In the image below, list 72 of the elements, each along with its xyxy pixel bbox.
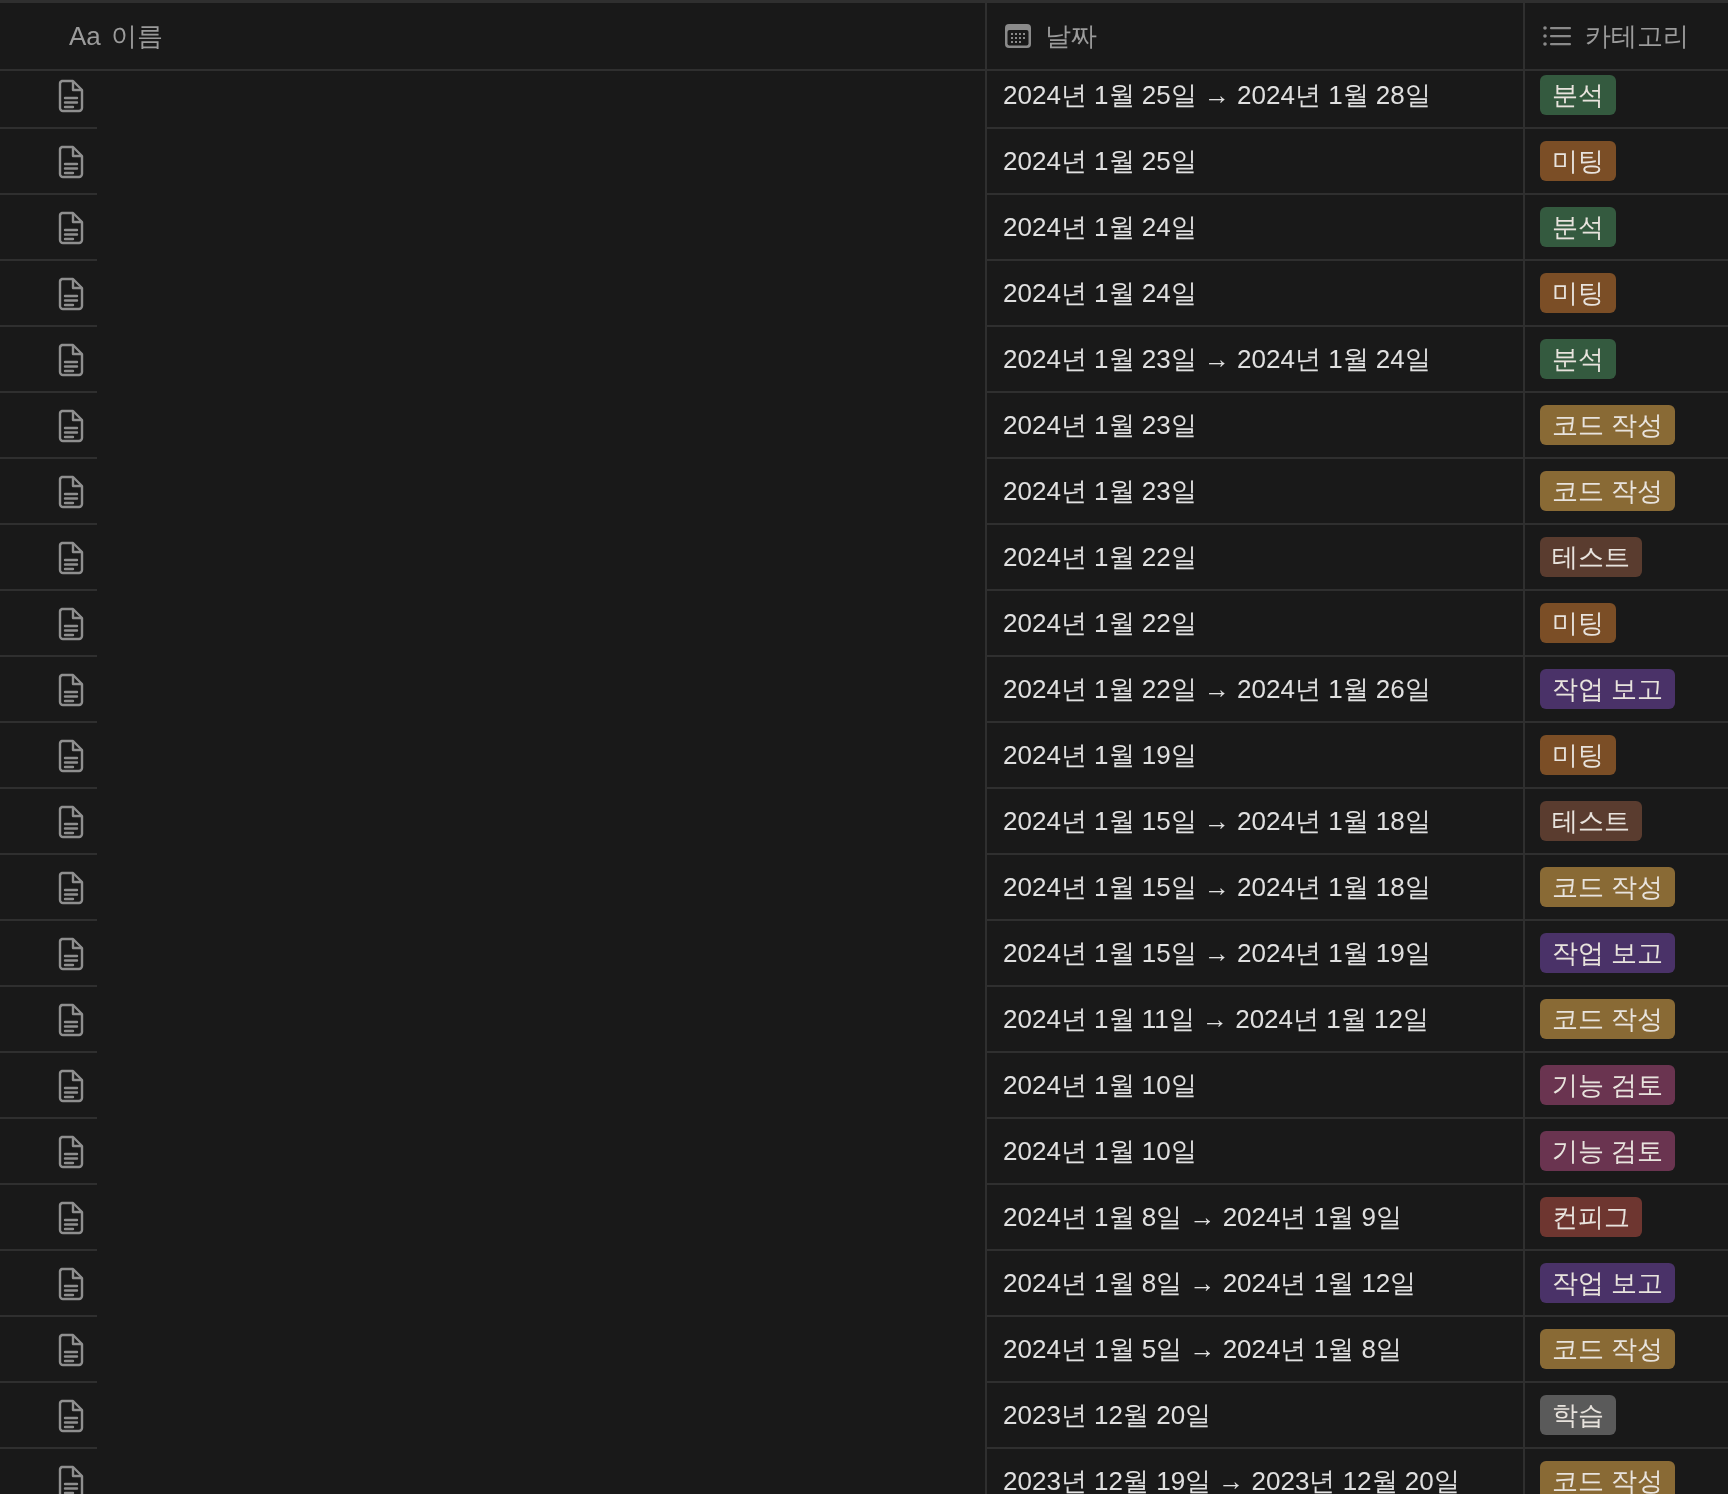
column-header[interactable]: 날짜 xyxy=(1045,18,1097,54)
category-tag: 분석 xyxy=(1540,207,1616,247)
document-icon xyxy=(58,1333,84,1367)
category-tag: 코드 작성 xyxy=(1540,1329,1676,1369)
document-icon xyxy=(58,1003,84,1037)
document-icon xyxy=(58,79,84,113)
date-cell-text: 2024년 1월 23일 xyxy=(1003,474,1197,508)
date-cell-text: 2023년 12월 20일 xyxy=(1003,1398,1212,1432)
category-tag: 미팅 xyxy=(1540,141,1616,181)
date-cell-text: 2024년 1월 23일 → 2024년 1월 24일 xyxy=(1003,342,1431,376)
date-cell-text: 2024년 1월 19일 xyxy=(1003,738,1197,772)
date-cell-text: 2024년 1월 22일 xyxy=(1003,540,1197,574)
text-type-icon: Aa xyxy=(69,20,101,52)
document-icon xyxy=(58,475,84,509)
category-tag: 미팅 xyxy=(1540,603,1616,643)
category-tag: 기능 검토 xyxy=(1540,1131,1676,1171)
category-tag: 학습 xyxy=(1540,1395,1616,1435)
date-cell-text: 2024년 1월 15일 → 2024년 1월 18일 xyxy=(1003,870,1431,904)
document-icon xyxy=(58,673,84,707)
category-tag: 분석 xyxy=(1540,75,1616,115)
document-icon xyxy=(58,1069,84,1103)
document-icon xyxy=(58,871,84,905)
category-tag: 테스트 xyxy=(1540,801,1642,841)
date-cell-text: 2024년 1월 15일 → 2024년 1월 19일 xyxy=(1003,936,1431,970)
category-tag: 미팅 xyxy=(1540,273,1616,313)
document-icon xyxy=(58,211,84,245)
document-icon xyxy=(58,805,84,839)
category-tag: 코드 작성 xyxy=(1540,1461,1676,1494)
date-cell-text: 2024년 1월 22일 → 2024년 1월 26일 xyxy=(1003,672,1431,706)
column-header[interactable]: 이름 xyxy=(110,18,163,54)
category-tag: 코드 작성 xyxy=(1540,867,1676,907)
date-cell-text: 2024년 1월 23일 xyxy=(1003,408,1197,442)
document-icon xyxy=(58,277,84,311)
document-icon xyxy=(58,145,84,179)
date-cell-text: 2024년 1월 24일 xyxy=(1003,276,1197,310)
column-header[interactable]: 카테고리 xyxy=(1585,18,1689,54)
document-icon xyxy=(58,409,84,443)
document-icon xyxy=(58,343,84,377)
document-icon xyxy=(58,1201,84,1235)
date-cell-text: 2024년 1월 10일 xyxy=(1003,1134,1197,1168)
category-tag: 컨피그 xyxy=(1540,1197,1642,1237)
document-icon xyxy=(58,1135,84,1169)
category-tag: 코드 작성 xyxy=(1540,471,1676,511)
date-cell-text: 2023년 12월 19일 → 2023년 12월 20일 xyxy=(1003,1464,1460,1494)
date-cell-text: 2024년 1월 8일 → 2024년 1월 9일 xyxy=(1003,1200,1402,1234)
date-cell-text: 2024년 1월 8일 → 2024년 1월 12일 xyxy=(1003,1266,1417,1300)
date-cell-text: 2024년 1월 25일 xyxy=(1003,144,1197,178)
date-cell-text: 2024년 1월 22일 xyxy=(1003,606,1197,640)
calendar-icon xyxy=(1005,24,1031,48)
document-icon xyxy=(58,607,84,641)
date-cell-text: 2024년 1월 15일 → 2024년 1월 18일 xyxy=(1003,804,1431,838)
category-tag: 작업 보고 xyxy=(1540,669,1676,709)
document-icon xyxy=(58,1399,84,1433)
category-tag: 테스트 xyxy=(1540,537,1642,577)
category-tag: 미팅 xyxy=(1540,735,1616,775)
date-cell-text: 2024년 1월 10일 xyxy=(1003,1068,1197,1102)
category-tag: 기능 검토 xyxy=(1540,1065,1676,1105)
date-cell-text: 2024년 1월 5일 → 2024년 1월 8일 xyxy=(1003,1332,1402,1366)
document-icon xyxy=(58,1465,84,1494)
category-tag: 작업 보고 xyxy=(1540,1263,1676,1303)
category-tag: 코드 작성 xyxy=(1540,999,1676,1039)
category-tag: 분석 xyxy=(1540,339,1616,379)
category-tag: 작업 보고 xyxy=(1540,933,1676,973)
document-icon xyxy=(58,937,84,971)
date-cell-text: 2024년 1월 25일 → 2024년 1월 28일 xyxy=(1003,78,1431,112)
document-icon xyxy=(58,739,84,773)
category-tag: 코드 작성 xyxy=(1540,405,1676,445)
date-cell-text: 2024년 1월 11일 → 2024년 1월 12일 xyxy=(1003,1002,1429,1036)
date-cell-text: 2024년 1월 24일 xyxy=(1003,210,1197,244)
document-icon xyxy=(58,541,84,575)
list-icon xyxy=(1543,26,1571,46)
document-icon xyxy=(58,1267,84,1301)
